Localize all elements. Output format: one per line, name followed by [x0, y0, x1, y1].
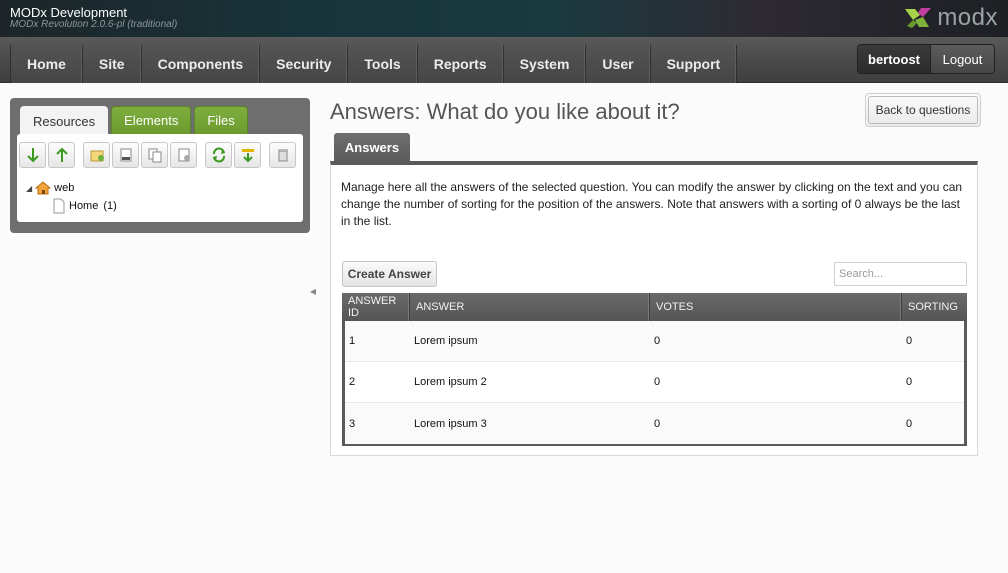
cell-answer[interactable]: Lorem ipsum 2	[410, 376, 650, 388]
collapse-left-panel-icon[interactable]: ◀	[309, 276, 317, 306]
nav-items: Home Site Components Security Tools Repo…	[10, 45, 738, 83]
nav-home[interactable]: Home	[10, 45, 83, 83]
home-icon	[35, 181, 52, 195]
tab-resources[interactable]: Resources	[20, 106, 109, 136]
cell-sorting[interactable]: 0	[902, 335, 964, 347]
logo-text: modx	[937, 4, 998, 31]
search-input[interactable]	[834, 262, 967, 286]
cell-votes: 0	[654, 335, 661, 347]
modx-logo-icon	[905, 8, 932, 28]
tab-elements[interactable]: Elements	[111, 106, 192, 134]
sort-icon[interactable]	[234, 142, 261, 168]
tab-files[interactable]: Files	[194, 106, 248, 134]
tab-answers[interactable]: Answers	[334, 133, 410, 162]
panel-description: Manage here all the answers of the selec…	[341, 180, 963, 228]
nav-tools[interactable]: Tools	[348, 45, 418, 83]
logout-button[interactable]: Logout	[930, 45, 994, 73]
arrow-up-icon[interactable]	[48, 142, 75, 168]
resource-tree-panel: Resources Elements Files ◢ web Home (1)	[10, 98, 310, 233]
column-header-votes[interactable]: VOTES	[650, 293, 902, 321]
tree-toolbar	[19, 142, 298, 170]
new-static-resource-icon[interactable]	[170, 142, 197, 168]
table-row[interactable]: 3 Lorem ipsum 3 0 0	[345, 403, 964, 444]
cell-answer-id: 3	[349, 417, 356, 430]
nav-components[interactable]: Components	[141, 45, 261, 83]
modx-logo[interactable]: modx	[903, 4, 998, 32]
document-icon	[53, 198, 65, 214]
cell-answer-id: 1	[349, 335, 356, 347]
back-button-label: Back to questions	[875, 103, 971, 117]
nav-user[interactable]: User	[586, 45, 651, 83]
tree-node-web[interactable]: ◢ web	[26, 180, 117, 196]
column-header-answer[interactable]: ANSWER	[410, 293, 650, 321]
cell-answer-id: 2	[349, 376, 356, 388]
nav-site[interactable]: Site	[82, 45, 142, 83]
new-weblink-icon[interactable]	[112, 142, 139, 168]
cell-answer[interactable]: Lorem ipsum	[410, 335, 650, 347]
refresh-icon[interactable]	[205, 142, 232, 168]
cell-sorting[interactable]: 0	[902, 418, 964, 430]
cell-votes: 0	[654, 417, 661, 430]
user-menu: bertoost Logout	[857, 44, 995, 74]
grid-header: ANSWER ID ANSWER VOTES SORTING	[342, 293, 967, 321]
column-header-sorting[interactable]: SORTING	[902, 293, 967, 321]
site-version: MODx Revolution 2.0.6-pl (traditional)	[10, 19, 178, 30]
new-document-icon[interactable]	[83, 142, 110, 168]
nav-security[interactable]: Security	[260, 45, 349, 83]
resource-label: Home	[69, 200, 99, 212]
tree-container: ◢ web Home (1)	[17, 134, 303, 222]
new-symlink-icon[interactable]	[141, 142, 168, 168]
answers-panel: Manage here all the answers of the selec…	[330, 161, 978, 456]
site-name: MODx Development	[10, 5, 128, 20]
nav-support[interactable]: Support	[650, 45, 738, 83]
nav-reports[interactable]: Reports	[417, 45, 504, 83]
cell-answer[interactable]: Lorem ipsum 3	[410, 418, 650, 430]
tree-node-home[interactable]: Home (1)	[53, 197, 117, 215]
page-title: Answers: What do you like about it?	[330, 99, 680, 124]
resource-id: (1)	[103, 200, 117, 212]
top-header: MODx Development MODx Revolution 2.0.6-p…	[0, 0, 1008, 37]
nav-system[interactable]: System	[503, 45, 587, 83]
context-label: web	[54, 182, 75, 194]
tree-tabs: Resources Elements Files	[20, 106, 248, 136]
cell-votes: 0	[654, 376, 661, 388]
table-row[interactable]: 1 Lorem ipsum 0 0	[345, 321, 964, 362]
table-row[interactable]: 2 Lorem ipsum 2 0 0	[345, 362, 964, 403]
column-header-answer-id[interactable]: ANSWER ID	[342, 293, 410, 321]
cell-sorting[interactable]: 0	[902, 376, 964, 388]
back-to-questions-button[interactable]: Back to questions	[865, 93, 981, 127]
answers-grid: ANSWER ID ANSWER VOTES SORTING 1 Lorem i…	[342, 293, 967, 446]
create-answer-button[interactable]: Create Answer	[342, 261, 437, 287]
arrow-down-icon[interactable]	[19, 142, 46, 168]
username-link[interactable]: bertoost	[858, 45, 930, 73]
trash-icon[interactable]	[269, 142, 296, 168]
resource-tree: ◢ web Home (1)	[26, 180, 117, 215]
main-nav: Home Site Components Security Tools Repo…	[0, 37, 1008, 83]
expand-arrow-icon[interactable]: ◢	[26, 184, 32, 193]
